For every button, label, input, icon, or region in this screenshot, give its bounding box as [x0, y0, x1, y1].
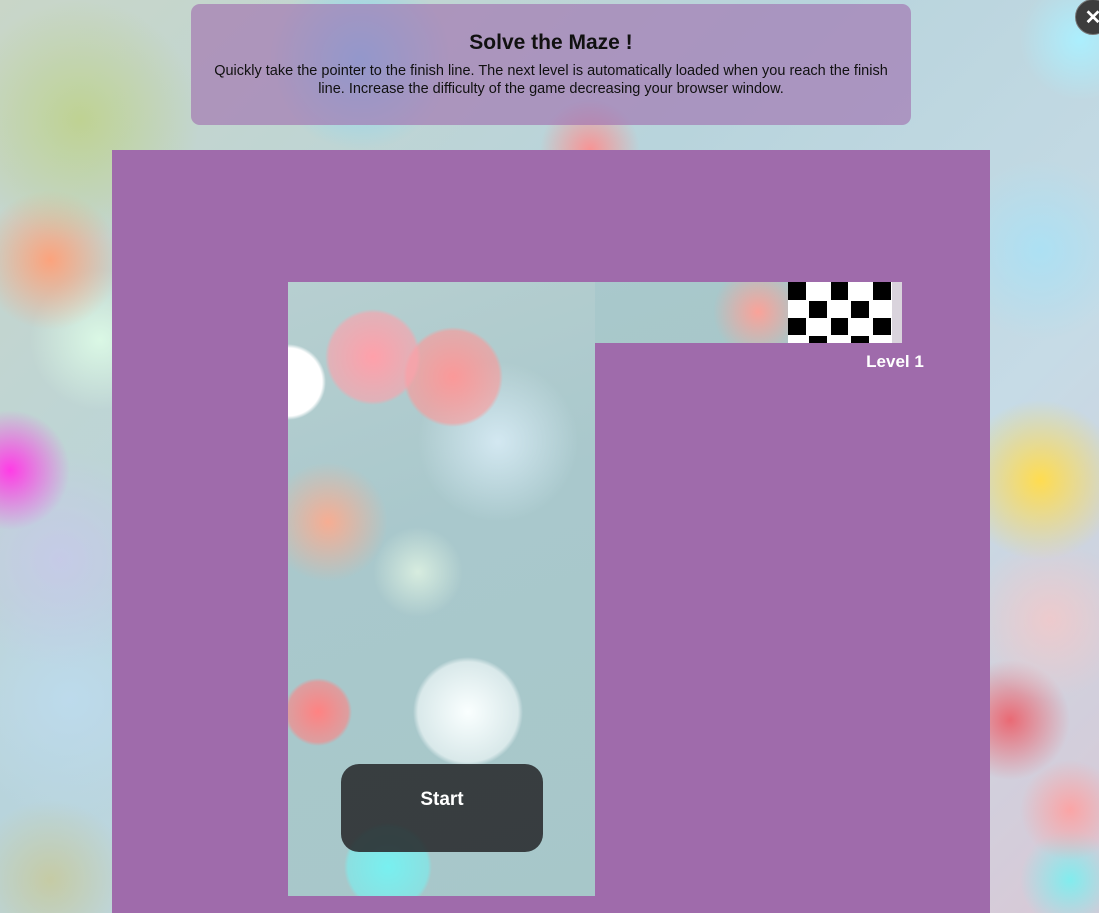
- maze-wall-top: [112, 150, 990, 282]
- finish-line[interactable]: [788, 282, 902, 343]
- game-stage: Level 1 Start Solve the Maze ! Quickly t…: [0, 0, 1099, 913]
- maze-wall-right-column: [902, 282, 990, 343]
- path-bokeh: [595, 282, 788, 343]
- panel-title: Solve the Maze !: [469, 31, 633, 54]
- maze-wall-right-block: [595, 343, 990, 913]
- maze-path-horizontal[interactable]: [595, 282, 788, 343]
- panel-description: Quickly take the pointer to the finish l…: [214, 63, 888, 97]
- maze-wall-left: [112, 282, 288, 913]
- maze-wall-bottom: [288, 896, 595, 913]
- checkered-flag-icon: [788, 282, 902, 343]
- instructions-panel: Solve the Maze ! Quickly take the pointe…: [191, 0, 1099, 125]
- level-label: Level 1: [866, 352, 924, 371]
- close-icon: ✕: [1084, 6, 1099, 29]
- start-button[interactable]: Start: [341, 764, 543, 852]
- start-button-label: Start: [420, 789, 464, 810]
